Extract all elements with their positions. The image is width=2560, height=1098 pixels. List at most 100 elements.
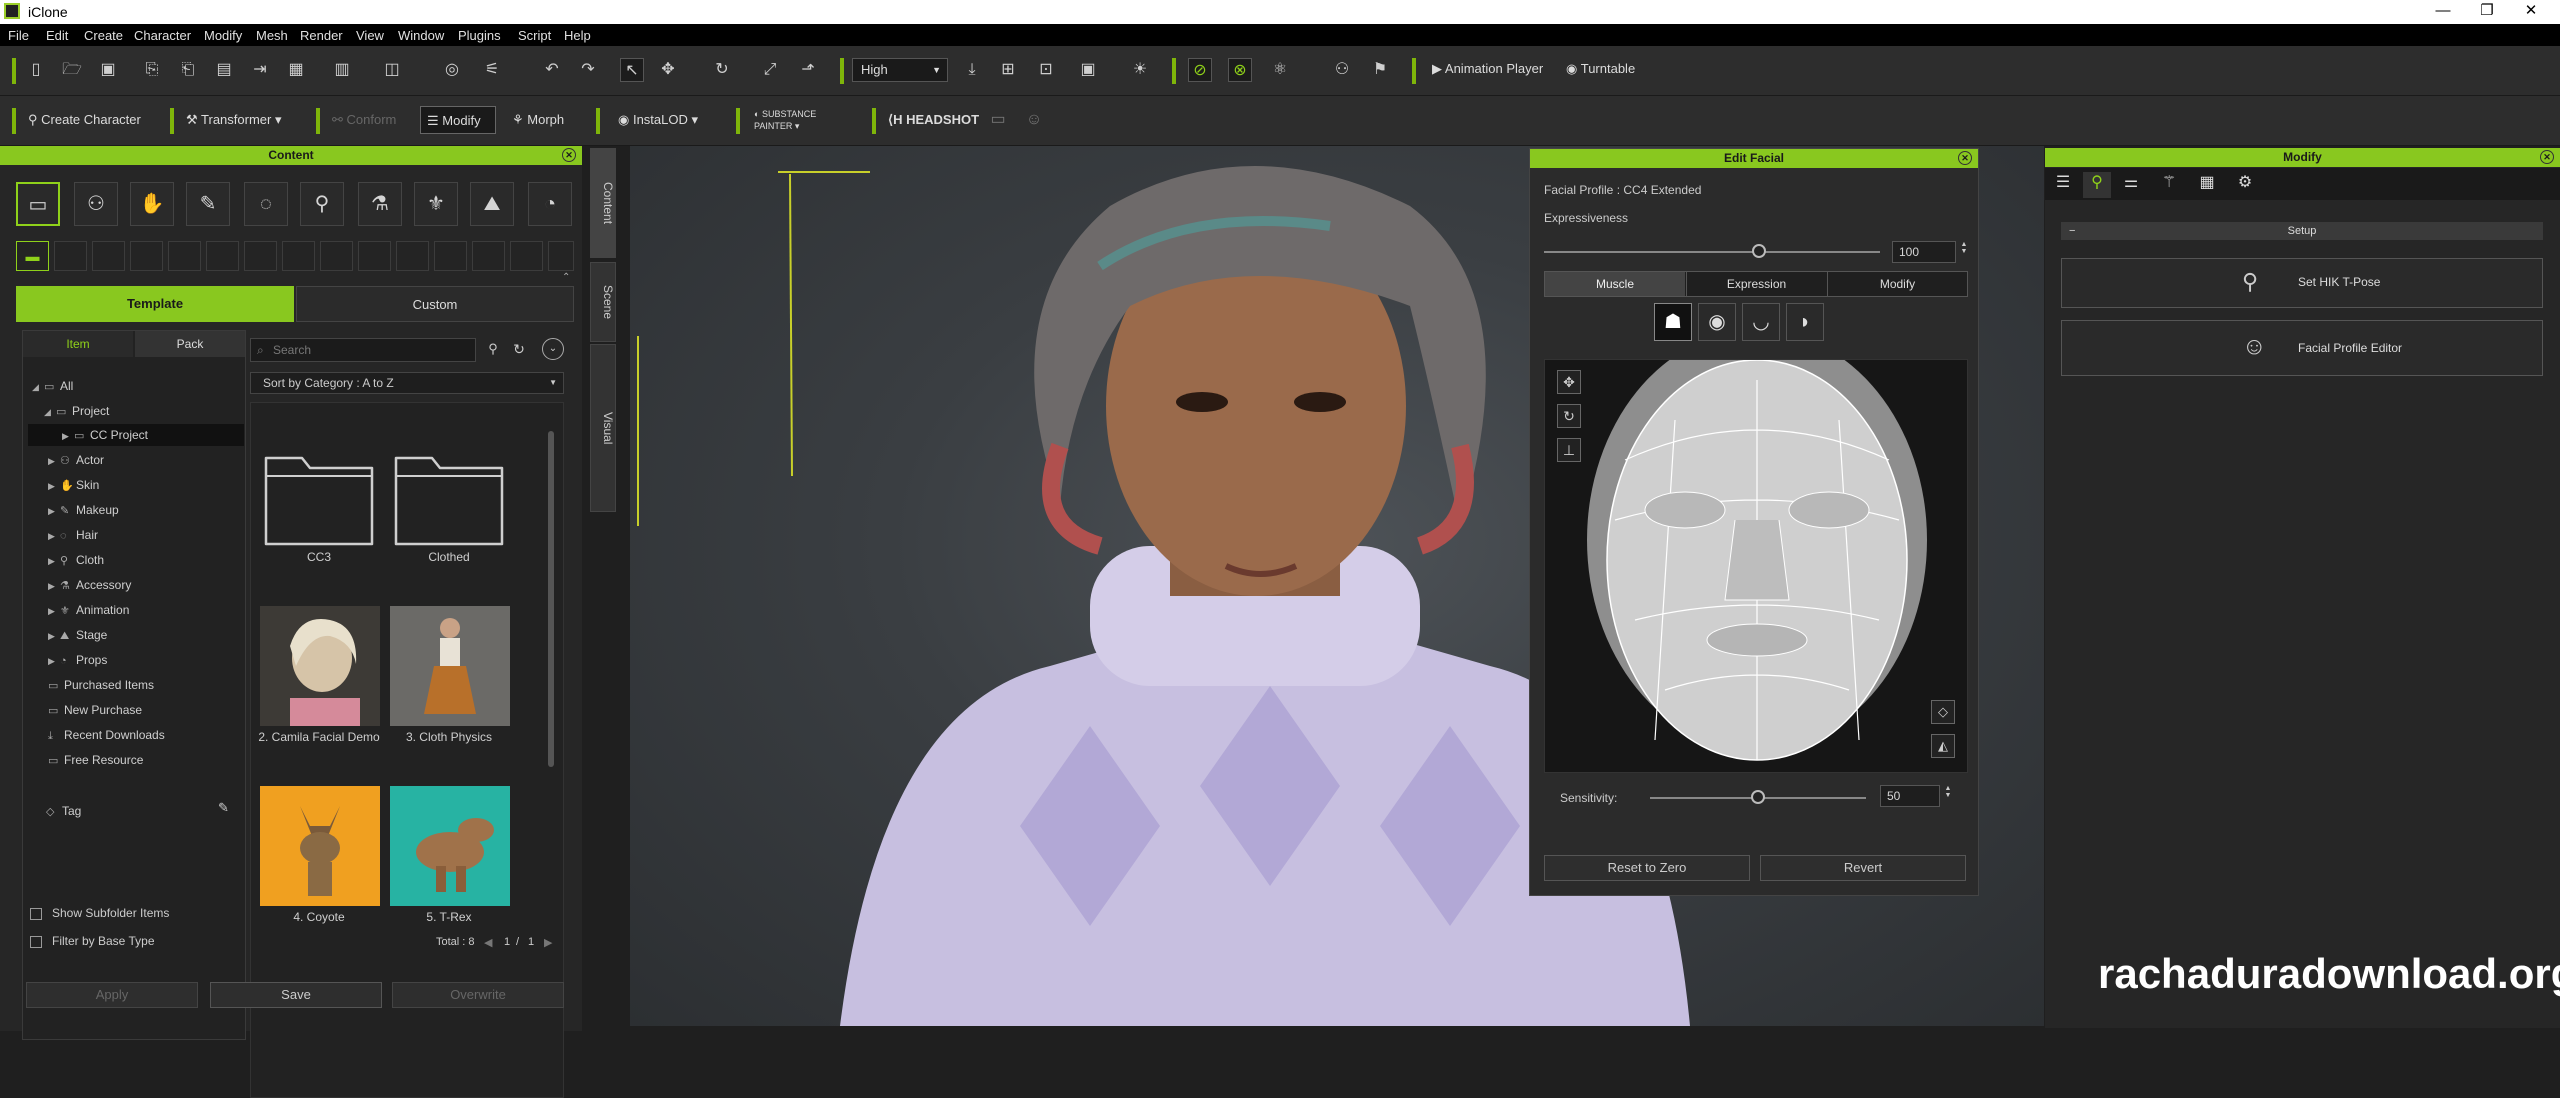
set-hik-tpose-button[interactable]: ⚲ Set HIK T-Pose xyxy=(2061,258,2543,308)
frame-selected-icon[interactable]: ⊞ xyxy=(996,58,1020,82)
rotate-tool-icon[interactable]: ↻ xyxy=(710,58,734,82)
tab-template[interactable]: Template xyxy=(16,286,294,322)
move-tool-icon[interactable]: ✥ xyxy=(656,58,680,82)
import-file-icon[interactable]: ⎗ xyxy=(176,58,200,82)
crowd-icon[interactable]: ⚇ xyxy=(1330,58,1354,82)
restore-icon[interactable]: ❐ xyxy=(2472,0,2502,24)
conform-button[interactable]: ⚯ Conform xyxy=(326,106,396,134)
camila-thumbnail[interactable] xyxy=(260,606,380,726)
pose-icon[interactable]: ⚲ xyxy=(2083,172,2111,198)
tree-item-animation[interactable]: ▶ ⚜ Animation xyxy=(48,599,129,621)
tree-item-actor[interactable]: ▶ ⚇ Actor xyxy=(48,449,104,471)
prev-page-icon[interactable]: ◀ xyxy=(484,936,492,949)
close-icon[interactable]: ✕ xyxy=(1958,151,1972,165)
empty-slot[interactable] xyxy=(54,241,87,271)
spin-icon[interactable]: ▲ ▼ xyxy=(1942,785,1954,807)
morph-button[interactable]: ⚘ Morph xyxy=(506,106,564,134)
tree-item-accessory[interactable]: ▶ ⚗ Accessory xyxy=(48,574,131,596)
show-subfolder-checkbox[interactable]: Show Subfolder Items xyxy=(30,906,169,920)
search-input[interactable]: ⌕ Search xyxy=(250,338,476,362)
folder-slot-icon[interactable]: ▬ xyxy=(16,241,49,271)
folder-icon[interactable] xyxy=(390,436,510,556)
usd-icon[interactable]: ▤ xyxy=(212,58,236,82)
axis-icon[interactable]: ⊥ xyxy=(1557,438,1581,462)
menu-help[interactable]: Help xyxy=(564,28,591,43)
facial-profile-editor-button[interactable]: ☺ Facial Profile Editor xyxy=(2061,320,2543,376)
headshot-head-icon[interactable]: ☺ xyxy=(1022,108,1046,132)
subtab-item[interactable]: Item xyxy=(23,331,133,357)
slider-knob[interactable] xyxy=(1752,244,1767,258)
smart-search-icon[interactable]: ◎ xyxy=(440,58,464,82)
tab-custom[interactable]: Custom xyxy=(296,286,574,322)
edit-tag-icon[interactable]: ✎ xyxy=(218,800,229,816)
close-icon[interactable]: ✕ xyxy=(562,148,576,162)
sliders-icon[interactable]: ☰ xyxy=(2049,172,2077,198)
instalod-button[interactable]: ◉ InstaLOD ▾ xyxy=(612,106,698,134)
tree-item-props[interactable]: ▶ ◔ Props xyxy=(48,649,107,671)
empty-slot[interactable] xyxy=(548,241,574,271)
tag-item[interactable]: ◇ Tag xyxy=(46,800,81,822)
coyote-thumbnail[interactable] xyxy=(260,786,380,906)
mirror-icon[interactable]: ◭ xyxy=(1931,734,1955,758)
menu-render[interactable]: Render xyxy=(300,28,343,43)
menu-window[interactable]: Window xyxy=(398,28,444,43)
minimize-icon[interactable]: — xyxy=(2428,0,2458,24)
turntable-button[interactable]: ◉ Turntable xyxy=(1566,61,1635,77)
headshot-photo-icon[interactable]: ▭ xyxy=(986,108,1010,132)
tongue-region-icon[interactable]: ◗ xyxy=(1786,303,1824,341)
side-tab-content[interactable]: Content xyxy=(590,148,616,258)
tree-item-new-purchase[interactable]: ▭ New Purchase xyxy=(48,699,142,721)
eye-region-icon[interactable]: ◉ xyxy=(1698,303,1736,341)
eraser-icon[interactable]: ◇ xyxy=(1931,700,1955,724)
tree-item-makeup[interactable]: ▶ ✎ Makeup xyxy=(48,499,119,521)
camera-view-icon[interactable]: ▣ xyxy=(1076,58,1100,82)
rotate-icon[interactable]: ↻ xyxy=(1557,404,1581,428)
snap-icon[interactable]: ⚟ xyxy=(480,58,504,82)
empty-slot[interactable] xyxy=(168,241,201,271)
mouth-region-icon[interactable]: ◡ xyxy=(1742,303,1780,341)
side-tab-visual[interactable]: Visual xyxy=(590,344,616,512)
subtab-pack[interactable]: Pack xyxy=(135,331,245,357)
side-tab-scene[interactable]: Scene xyxy=(590,262,616,342)
ik-icon[interactable]: ⊗ xyxy=(1228,58,1252,82)
create-character-button[interactable]: ⚲ Create Character xyxy=(22,106,141,134)
skin-icon[interactable]: ✋ xyxy=(130,182,174,226)
menu-character[interactable]: Character xyxy=(134,28,191,43)
transform-icon[interactable]: ⬏ xyxy=(796,58,820,82)
menu-circle-icon[interactable]: ⌄ xyxy=(542,338,564,360)
actor-icon[interactable]: ⚇ xyxy=(74,182,118,226)
quality-select[interactable]: High ▼ xyxy=(852,58,948,82)
t-rex-thumbnail[interactable] xyxy=(390,786,510,906)
transformer-button[interactable]: ⚒ Transformer ▾ xyxy=(180,106,281,134)
tab-muscle[interactable]: Muscle xyxy=(1545,272,1685,296)
bone-icon[interactable]: ⊘ xyxy=(1188,58,1212,82)
head-region-icon[interactable]: ☗ xyxy=(1654,303,1692,341)
grid-scrollbar[interactable] xyxy=(548,431,554,767)
tree-item-purchased[interactable]: ▭ Purchased Items xyxy=(48,674,154,696)
empty-slot[interactable] xyxy=(358,241,391,271)
empty-slot[interactable] xyxy=(472,241,505,271)
export-fbx-icon[interactable]: ▥ xyxy=(330,58,354,82)
tree-item-recent-downloads[interactable]: ⤓ Recent Downloads xyxy=(48,724,165,746)
menu-plugins[interactable]: Plugins xyxy=(458,28,501,43)
menu-edit[interactable]: Edit xyxy=(46,28,68,43)
filter-base-type-checkbox[interactable]: Filter by Base Type xyxy=(30,934,155,948)
export-icon[interactable]: ⇥ xyxy=(248,58,272,82)
checker-icon[interactable]: ▦ xyxy=(2193,172,2221,198)
makeup-icon[interactable]: ✎ xyxy=(186,182,230,226)
tab-modify[interactable]: Modify xyxy=(1827,272,1967,296)
empty-slot[interactable] xyxy=(244,241,277,271)
tree-item-stage[interactable]: ▶ ⛰ Stage xyxy=(48,624,107,646)
save-icon[interactable]: ▣ xyxy=(96,58,120,82)
next-page-icon[interactable]: ▶ xyxy=(544,936,552,949)
drop-to-floor-icon[interactable]: ⤓ xyxy=(960,58,984,82)
save-button[interactable]: Save xyxy=(210,982,382,1008)
move-icon[interactable]: ✥ xyxy=(1557,370,1581,394)
tab-expression[interactable]: Expression xyxy=(1686,272,1826,296)
animation-player-button[interactable]: ▶ Animation Player xyxy=(1432,61,1543,77)
project-folder-icon[interactable]: ▭ xyxy=(16,182,60,226)
empty-slot[interactable] xyxy=(130,241,163,271)
empty-slot[interactable] xyxy=(320,241,353,271)
empty-slot[interactable] xyxy=(396,241,429,271)
menu-modify[interactable]: Modify xyxy=(204,28,242,43)
